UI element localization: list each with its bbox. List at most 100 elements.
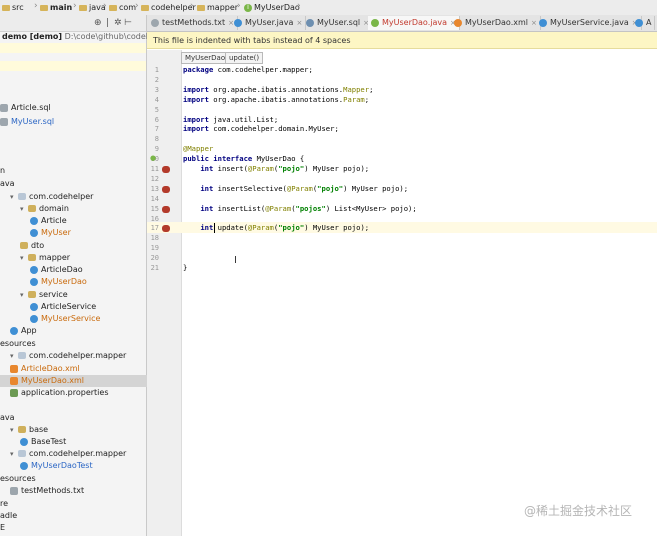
- project-root[interactable]: demo [demo] D:\code\github\codehelpe: [2, 31, 168, 43]
- tree-item[interactable]: App: [10, 325, 37, 337]
- expand-arrow-icon[interactable]: ▾: [10, 448, 18, 460]
- tree-item-label: esources: [0, 474, 36, 483]
- tree-item[interactable]: esources: [0, 338, 36, 350]
- code-line[interactable]: public interface MyUserDao {: [183, 154, 304, 164]
- nav-crumb-codehelper[interactable]: codehelper: [141, 2, 196, 13]
- tree-item[interactable]: ▾ domain: [20, 203, 69, 215]
- tree-item[interactable]: testMethods.txt: [10, 485, 84, 497]
- tree-item[interactable]: ▾ service: [20, 289, 68, 301]
- code-line[interactable]: import java.util.List;: [183, 115, 278, 125]
- tree-item-label: mapper: [39, 253, 71, 262]
- code-line[interactable]: package com.codehelper.mapper;: [183, 65, 313, 75]
- tree-item[interactable]: MyUser.sql: [0, 116, 54, 128]
- tab-a[interactable]: A: [632, 16, 656, 30]
- tab-myuser-java[interactable]: MyUser.java ×: [231, 16, 307, 30]
- tab-myuserservice-java[interactable]: MyUserService.java×: [536, 16, 642, 30]
- tree-item[interactable]: Article: [30, 215, 67, 227]
- package-icon: [18, 193, 26, 200]
- code-line[interactable]: import org.apache.ibatis.annotations.Par…: [183, 95, 369, 105]
- tree-item[interactable]: ArticleDao.xml: [10, 363, 80, 375]
- tab-myuserdao-xml[interactable]: MyUserDao.xml ×: [451, 16, 541, 30]
- tree-item[interactable]: ava: [0, 178, 15, 190]
- expand-arrow-icon[interactable]: ▾: [10, 424, 18, 436]
- tree-item[interactable]: MyUserDaoTest: [20, 460, 93, 472]
- nav-crumb-java[interactable]: java: [79, 2, 106, 13]
- code-line[interactable]: int insert(@Param("pojo") MyUser pojo);: [183, 164, 369, 174]
- editor-breadcrumb-class[interactable]: MyUserDao: [181, 52, 230, 64]
- tree-item[interactable]: MyUserDao.xml: [0, 375, 156, 387]
- tree-item-label: ArticleDao: [41, 265, 83, 274]
- interface-icon: I: [244, 3, 252, 12]
- close-icon[interactable]: ×: [296, 19, 302, 27]
- tab-label: A: [646, 18, 652, 27]
- tree-item[interactable]: adle: [0, 510, 17, 522]
- sync-icon[interactable]: ⊕: [94, 18, 102, 28]
- expand-arrow-icon[interactable]: ▾: [20, 289, 28, 301]
- tree-item-label: n: [0, 166, 6, 175]
- nav-crumb-main[interactable]: main: [40, 2, 72, 13]
- tree-item[interactable]: esources: [0, 473, 36, 485]
- editor-breadcrumb-method[interactable]: update(): [225, 52, 264, 64]
- tree-item-label: BaseTest: [31, 437, 67, 446]
- tree-item-label: MyUser: [41, 228, 71, 237]
- nav-crumb-label: com: [119, 3, 137, 12]
- tree-item[interactable]: ▾ mapper: [20, 252, 70, 264]
- line-number: 3: [154, 85, 159, 94]
- mybatis-navigation-icon[interactable]: [162, 205, 170, 213]
- tree-item[interactable]: MyUser: [30, 227, 71, 239]
- minimize-icon[interactable]: ⊢: [124, 18, 132, 28]
- line-number: 13: [150, 184, 159, 193]
- tree-item[interactable]: MyUserService: [30, 313, 100, 325]
- tree-item[interactable]: BaseTest: [20, 436, 66, 448]
- tree-item-label: E: [0, 523, 6, 532]
- text-caret: [214, 223, 215, 233]
- tab-label: MyUserDao.xml: [465, 18, 528, 27]
- tab-label: MyUser.sql: [317, 18, 361, 27]
- line-number: 1: [154, 66, 159, 74]
- tree-item-label: esources: [0, 339, 36, 348]
- tree-item[interactable]: application.properties: [10, 387, 109, 399]
- indent-warning-banner: This file is indented with tabs instead …: [147, 32, 657, 49]
- tree-item[interactable]: ▾ com.codehelper.mapper: [10, 448, 126, 460]
- code-line[interactable]: int insertList(@Param("pojos") List<MyUs…: [183, 204, 416, 214]
- nav-crumb-com[interactable]: com: [109, 2, 136, 13]
- tree-item[interactable]: ArticleService: [30, 301, 96, 313]
- tree-item[interactable]: ▾ base: [10, 424, 48, 436]
- code-line[interactable]: }: [183, 263, 187, 273]
- tab-myuserdao-java[interactable]: MyUserDao.java ×: [368, 16, 460, 30]
- code-line[interactable]: import org.apache.ibatis.annotations.Map…: [183, 85, 373, 95]
- tree-item[interactable]: n: [0, 165, 5, 177]
- tab-myuser-sql[interactable]: MyUser.sql ×: [303, 16, 374, 30]
- nav-crumb-src[interactable]: src: [2, 2, 24, 13]
- gear-icon[interactable]: ✲: [114, 18, 122, 28]
- class-icon: [30, 302, 38, 311]
- expand-arrow-icon[interactable]: ▾: [10, 191, 18, 203]
- code-line[interactable]: int update(@Param("pojo") MyUser pojo);: [183, 223, 369, 233]
- tree-item[interactable]: ArticleDao: [30, 264, 83, 276]
- tree-item[interactable]: MyUserDao: [30, 276, 87, 288]
- tree-item[interactable]: ▾ com.codehelper: [10, 191, 93, 203]
- expand-arrow-icon[interactable]: ▾: [10, 350, 18, 362]
- expand-arrow-icon[interactable]: ▾: [20, 252, 28, 264]
- implemented-marker-icon[interactable]: ●: [150, 154, 156, 162]
- sql-file-icon: [306, 18, 314, 27]
- tree-item[interactable]: ava: [0, 412, 15, 424]
- nav-crumb-myuserdao[interactable]: I MyUserDao: [244, 2, 300, 13]
- tree-item[interactable]: Article.sql: [0, 102, 51, 114]
- code-line[interactable]: import com.codehelper.domain.MyUser;: [183, 124, 339, 134]
- tree-item[interactable]: dto: [20, 240, 44, 252]
- mybatis-navigation-icon[interactable]: [162, 225, 170, 233]
- tree-item[interactable]: E: [0, 522, 5, 534]
- line-number: 4: [154, 95, 159, 104]
- expand-arrow-icon[interactable]: ▾: [20, 203, 28, 215]
- line-number: 14: [150, 194, 159, 203]
- tree-item[interactable]: ▾ com.codehelper.mapper: [10, 350, 126, 362]
- tree-item-label: com.codehelper.mapper: [29, 351, 127, 360]
- code-line[interactable]: @Mapper: [183, 144, 213, 154]
- tree-item[interactable]: re: [0, 498, 8, 510]
- mybatis-navigation-icon[interactable]: [162, 166, 170, 173]
- mybatis-navigation-icon[interactable]: [162, 185, 170, 193]
- code-line[interactable]: int insertSelective(@Param("pojo") MyUse…: [183, 184, 408, 194]
- tab-testmethods-txt[interactable]: testMethods.txt ×: [148, 16, 238, 30]
- nav-crumb-mapper[interactable]: mapper: [197, 2, 238, 13]
